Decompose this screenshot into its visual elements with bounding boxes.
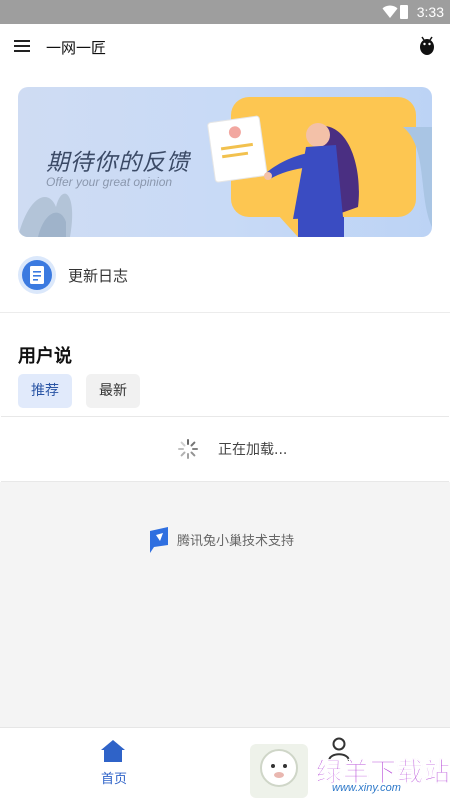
battery-icon: [400, 5, 408, 19]
watermark-site: www.xiny.com: [332, 782, 401, 794]
tab-recommended[interactable]: 推荐: [18, 374, 72, 408]
changelog-entry[interactable]: 更新日志: [18, 256, 432, 294]
watermark: 绿羊下载站 www.xiny.com: [248, 738, 450, 800]
changelog-label: 更新日志: [68, 267, 129, 285]
home-icon: [101, 740, 125, 762]
banner-subtitle: Offer your great opinion: [46, 175, 173, 189]
tab-latest[interactable]: 最新: [86, 374, 140, 408]
wifi-icon: [382, 5, 398, 18]
loading-spinner-icon: [178, 439, 198, 459]
changelog-icon: [18, 256, 56, 294]
support-text: 腾讯兔小巢技术支持: [177, 534, 295, 549]
section-title: 用户说: [18, 346, 72, 367]
loading-text: 正在加载...: [218, 442, 288, 458]
divider: [0, 312, 450, 313]
sheep-logo-icon: [250, 744, 308, 798]
nav-home-label: 首页: [100, 772, 127, 787]
feedback-banner[interactable]: 期待你的反馈 Offer your great opinion: [18, 87, 432, 237]
app-title: 一网一匠: [46, 39, 107, 57]
status-time: 3:33: [416, 4, 444, 20]
txc-logo-icon: [150, 527, 168, 553]
loading-panel: 正在加载...: [1, 416, 449, 482]
banner-title: 期待你的反馈: [46, 150, 190, 176]
nav-home[interactable]: 首页: [86, 738, 142, 788]
menu-icon[interactable]: [14, 40, 30, 52]
android-icon[interactable]: [418, 36, 436, 56]
app-bar: 一网一匠: [0, 24, 450, 70]
status-bar: 3:33: [0, 0, 450, 24]
